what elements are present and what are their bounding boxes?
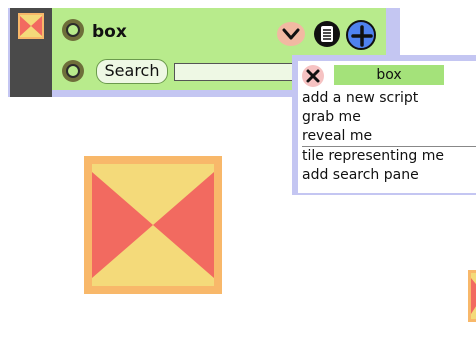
tile-button[interactable] bbox=[314, 21, 340, 47]
menu-close-button[interactable] bbox=[302, 65, 324, 87]
add-button[interactable] bbox=[346, 20, 376, 50]
menu-body: box add a new script grab me reveal me t… bbox=[298, 61, 476, 193]
search-input[interactable] bbox=[174, 63, 304, 81]
box-thumbnail-icon[interactable] bbox=[18, 13, 44, 39]
box-object-partial[interactable] bbox=[468, 270, 476, 322]
chevron-down-icon bbox=[282, 28, 300, 40]
viewer-header-row: box bbox=[52, 8, 386, 52]
close-icon bbox=[306, 69, 320, 83]
dismiss-search-button[interactable] bbox=[62, 60, 84, 82]
menu-item-add-new-script[interactable]: add a new script bbox=[302, 89, 476, 108]
menu-item-list: add a new script grab me reveal me tile … bbox=[302, 89, 476, 185]
menu-item-grab-me[interactable]: grab me bbox=[302, 108, 476, 127]
viewer-title: box bbox=[92, 22, 127, 42]
menu-title: box bbox=[334, 65, 444, 85]
object-menu: box add a new script grab me reveal me t… bbox=[292, 55, 476, 195]
dismiss-viewer-button[interactable] bbox=[62, 19, 84, 41]
world-stage: box Search box add a new script grab me … bbox=[0, 0, 476, 341]
menu-item-reveal-me[interactable]: reveal me bbox=[302, 127, 476, 146]
plus-icon bbox=[351, 25, 373, 47]
search-button[interactable]: Search bbox=[96, 59, 168, 84]
menu-item-tile-representing-me[interactable]: tile representing me bbox=[302, 147, 476, 166]
viewer-menu-button[interactable] bbox=[277, 22, 305, 46]
viewer-thumbnail-strip bbox=[10, 8, 52, 97]
sheet-icon bbox=[321, 26, 333, 42]
box-object[interactable] bbox=[84, 156, 222, 294]
menu-item-add-search-pane[interactable]: add search pane bbox=[302, 166, 476, 185]
